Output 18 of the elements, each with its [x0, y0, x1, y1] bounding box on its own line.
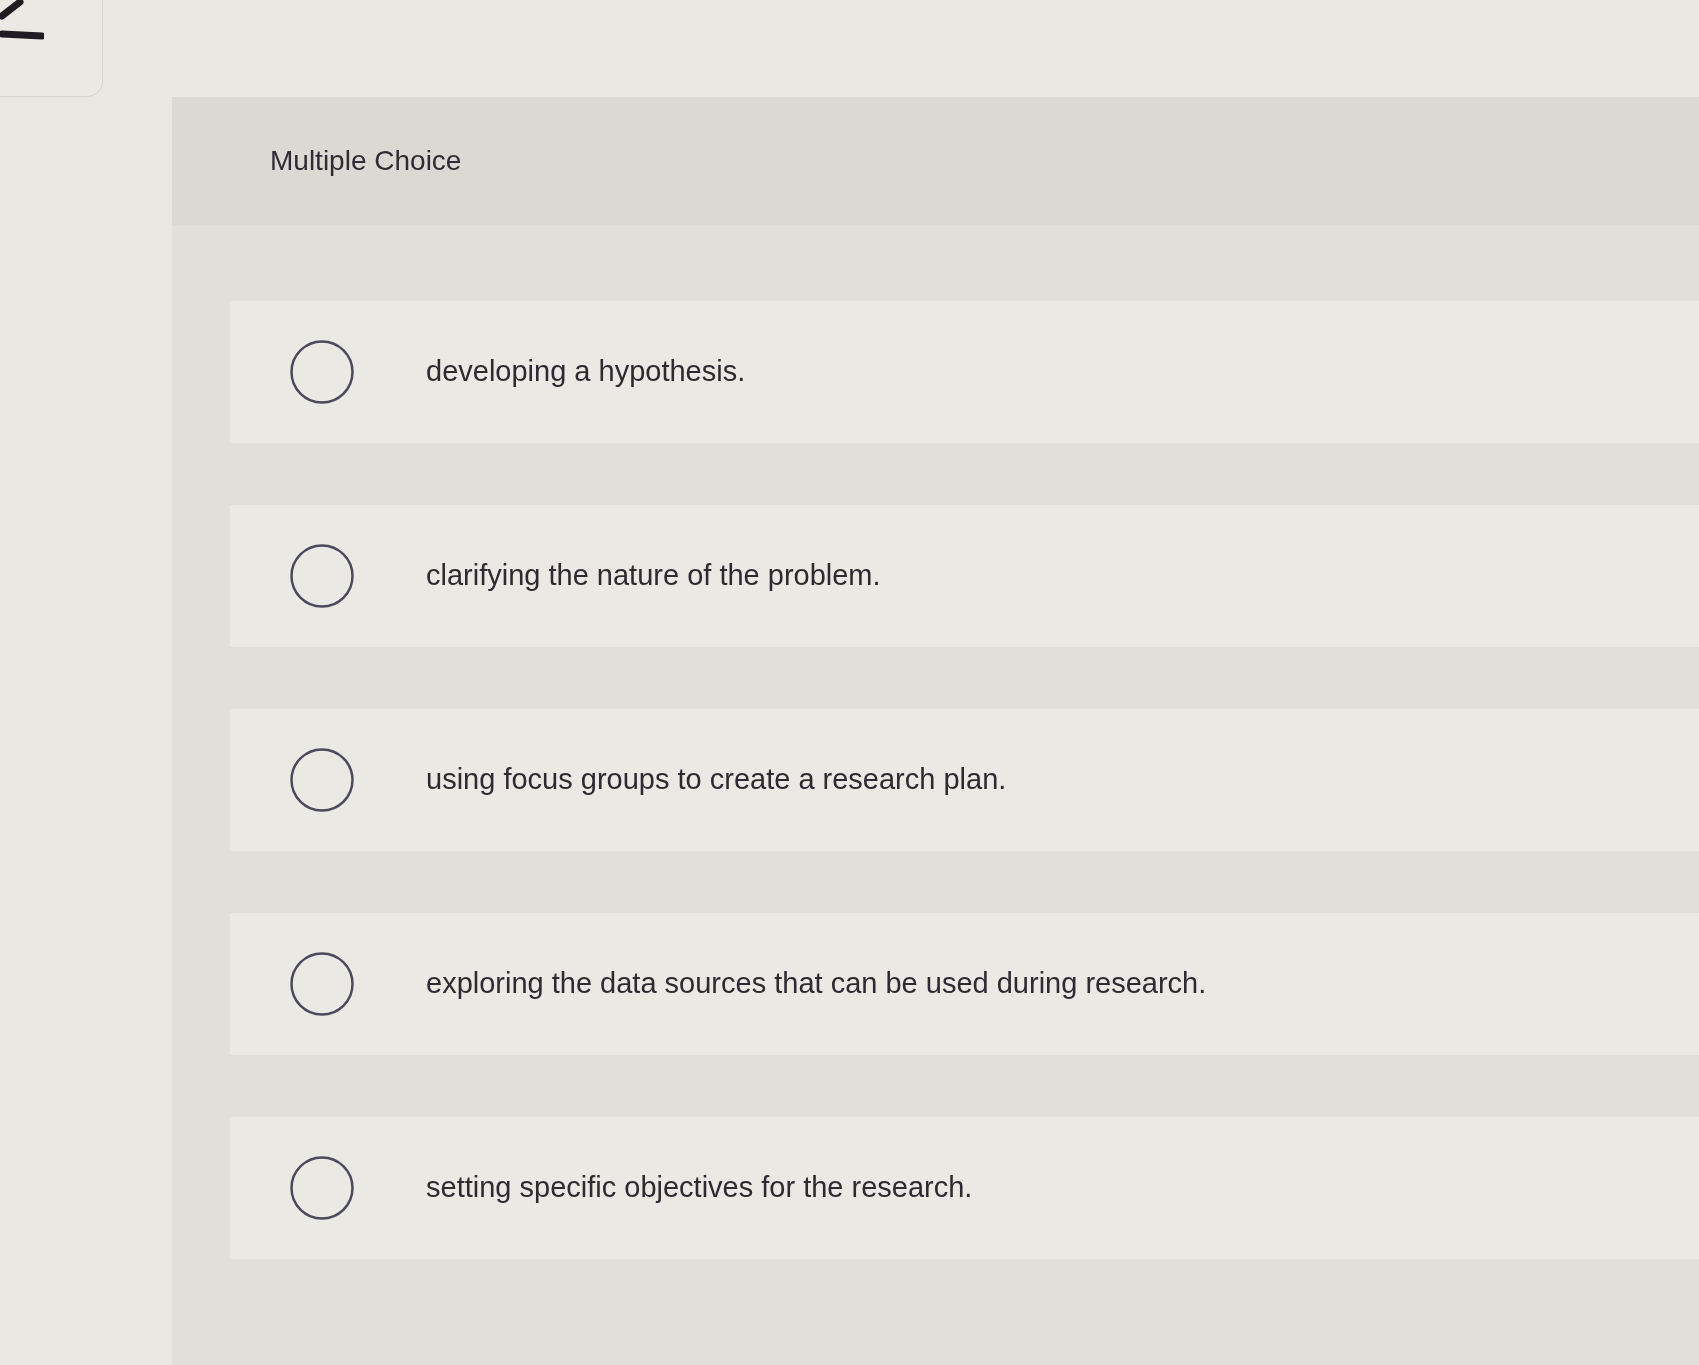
option-text: setting specific objectives for the research.: [426, 1170, 973, 1206]
radio-button[interactable]: [290, 544, 354, 608]
question-type-label: Multiple Choice: [270, 144, 462, 178]
nav-button[interactable]: [0, 0, 103, 97]
arrow-icon: [0, 0, 44, 40]
answer-option[interactable]: exploring the data sources that can be used during research.: [230, 913, 1699, 1055]
answer-option[interactable]: developing a hypothesis.: [230, 301, 1699, 443]
option-text: exploring the data sources that can be used during research.: [426, 966, 1207, 1002]
radio-button[interactable]: [290, 340, 354, 404]
option-text: developing a hypothesis.: [426, 354, 746, 390]
answer-option[interactable]: setting specific objectives for the research.: [230, 1117, 1699, 1259]
option-text: clarifying the nature of the problem.: [426, 558, 881, 594]
option-text: using focus groups to create a research plan.: [426, 762, 1007, 798]
radio-button[interactable]: [290, 952, 354, 1016]
answer-option[interactable]: clarifying the nature of the problem.: [230, 505, 1699, 647]
radio-button[interactable]: [290, 1156, 354, 1220]
radio-button[interactable]: [290, 748, 354, 812]
answer-option[interactable]: using focus groups to create a research plan.: [230, 709, 1699, 851]
